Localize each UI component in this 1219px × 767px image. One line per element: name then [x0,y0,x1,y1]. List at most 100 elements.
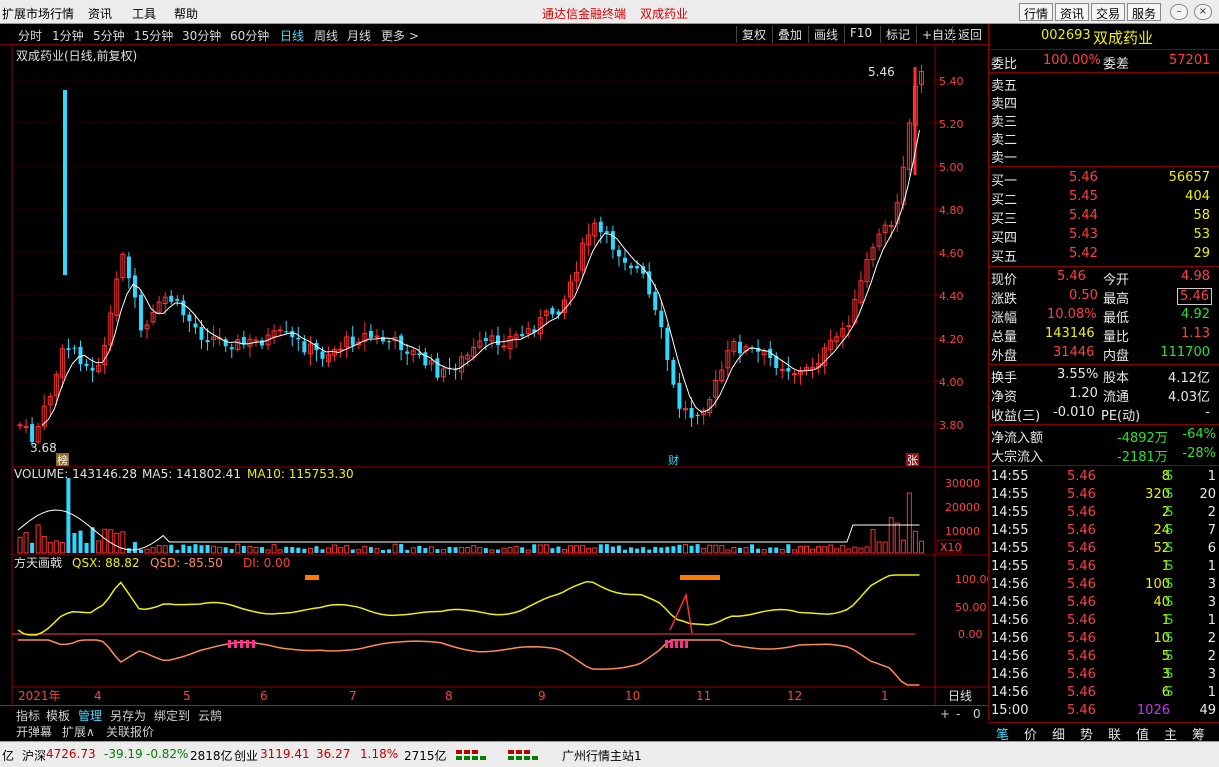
volume-bar [568,545,574,554]
menu-help[interactable]: 帮助 [174,5,198,22]
close-icon[interactable]: × [1194,4,1212,20]
mark-button[interactable]: 标记 [880,26,915,43]
tick-time: 14:56 [991,649,1029,664]
hs-change: -39.19 [104,747,143,761]
volume-bar [265,549,271,554]
stat-value-high: 5.46 [1177,288,1212,305]
volume-bar [35,524,41,554]
volume-bar [199,545,204,553]
menu-extended-market[interactable]: 扩展市场行情 [2,5,74,22]
volume-bar [30,542,35,553]
finance-marker[interactable]: 财 [668,453,679,467]
period-tab-intraday[interactable]: 分时 [18,27,42,44]
tick-count: 3 [1207,577,1216,592]
menu-news[interactable]: 资讯 [88,5,112,22]
stat2-label: 收益(三) [991,409,1041,424]
candle-body [604,231,609,233]
signal-bar [680,575,720,580]
period-tab-weekly[interactable]: 周线 [314,27,338,44]
danmaku-toggle[interactable]: 开弹幕 [16,723,52,740]
period-tab-5min[interactable]: 5分钟 [93,27,125,44]
stat-label: 涨幅 [991,311,1018,326]
candle-body [610,231,615,250]
stat2-row: 换手 3.55% 股本 4.12亿 [989,366,1219,386]
draw-button[interactable]: 画线 [808,26,843,43]
related-quote-tab[interactable]: 关联报价 [106,723,154,740]
kline-chart[interactable]: 双成药业(日线,前复权) 5.46 3.68 5.40 5.20 5.00 4.… [0,45,988,705]
candle-body [30,424,35,442]
trade-button[interactable]: 交易 [1091,3,1126,21]
period-tab-15min[interactable]: 15分钟 [134,27,173,44]
period-tab-monthly[interactable]: 月线 [347,27,371,44]
period-tab-daily[interactable]: 日线 [280,27,304,44]
menu-tools[interactable]: 工具 [132,5,156,22]
volume-bar [90,527,95,553]
period-tab-1min[interactable]: 1分钟 [52,27,84,44]
tick-row: 15:00 5.46 1026 49 [989,702,1219,721]
stat2-row: 收益(三) -0.010 PE(动) - [989,404,1219,424]
zoom-out-button[interactable]: - [956,707,960,721]
candle-body [791,373,797,376]
volume-bar [72,532,77,553]
f10-button[interactable]: F10 [844,26,877,43]
zoom-reset-button[interactable]: 0 [973,707,981,721]
wecha-label: 委差 [1103,57,1130,72]
volume-ma5-label: MA5: 141802.41 [142,467,241,481]
zoom-in-button[interactable]: + [940,707,950,721]
tick-price: 5.46 [1067,703,1096,718]
buy-price: 5.44 [1069,208,1098,223]
tick-side: S [1165,469,1174,484]
tick-price: 5.46 [1067,523,1096,538]
overlay-button[interactable]: 叠加 [772,26,807,43]
indicator-name[interactable]: 方天画戟 [14,555,62,570]
buy-row: 买一 5.46 56657 [989,169,1219,189]
volume-bar [296,547,301,553]
volume-bar [791,549,797,554]
volume-bar [114,532,120,554]
volume-bar [677,544,682,553]
period-tab-more[interactable]: 更多 > [381,27,419,44]
volume-bar [247,545,253,554]
candle-body [169,295,174,302]
adjust-button[interactable]: 复权 [736,26,771,43]
tick-time: 14:55 [991,505,1029,520]
candle-body [616,249,621,257]
stat-label: 量比 [1103,330,1130,345]
volume-bar [586,548,592,554]
stock-code: 002693 [1041,28,1091,43]
volume-bar [144,548,150,554]
back-button[interactable]: 返回 [952,26,987,43]
volume-bar [59,541,65,554]
volume-bar [761,549,767,554]
volume-ma-line [17,509,920,551]
candle-body [501,345,507,348]
volume-bar [483,548,488,553]
stat2-value: - [1205,405,1210,420]
indicator-tick: 100.00 [955,573,988,586]
tick-side: S [1165,685,1174,700]
volume-bar [399,544,404,553]
service-button[interactable]: 服务 [1127,3,1162,21]
stat-value: 10.08% [1047,307,1097,322]
stat-label: 外盘 [991,349,1018,364]
candle-body [139,294,143,331]
news-button[interactable]: 资讯 [1055,3,1090,21]
tick-time: 14:56 [991,595,1029,610]
volume-bar [181,544,186,553]
stat2-label: 换手 [991,371,1018,386]
stat2-value: 4.12亿 [1168,371,1210,386]
webi-row: 委比 100.00% 委差 57201 [989,52,1219,72]
volume-bar [689,545,694,553]
period-tab-30min[interactable]: 30分钟 [182,27,221,44]
period-tab-60min[interactable]: 60分钟 [230,27,269,44]
minimize-icon[interactable]: – [1170,4,1188,20]
volume-bar [326,547,332,554]
station-name[interactable]: 广州行情主站1 [562,747,642,764]
volume-bar [489,549,495,554]
candle-body [846,325,852,328]
tick-count: 1 [1207,685,1216,700]
signal-tick [670,640,673,648]
extend-toggle[interactable]: 扩展∧ [62,723,95,740]
quote-button[interactable]: 行情 [1019,3,1054,21]
stat-label: 最低 [1103,311,1130,326]
